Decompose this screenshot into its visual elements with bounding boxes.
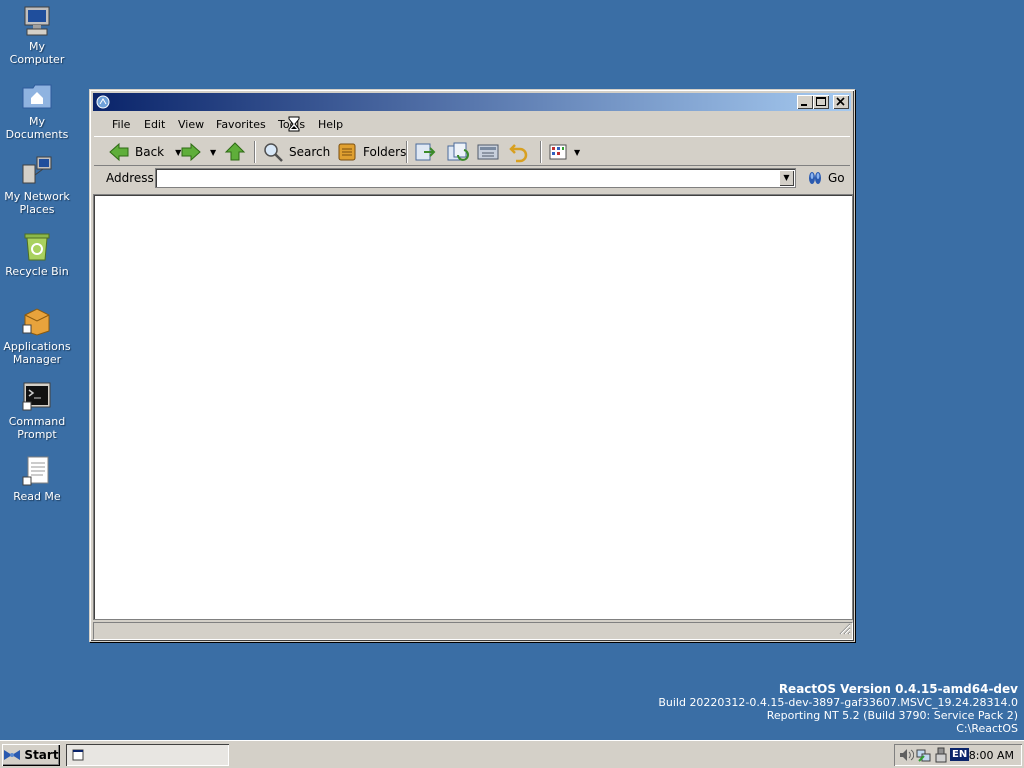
undo-icon xyxy=(509,144,528,163)
recycle-bin-icon xyxy=(21,230,53,262)
desktop-icon-label: Recycle Bin xyxy=(5,265,69,278)
taskbar-window-button[interactable] xyxy=(66,744,229,766)
path-line: C:\ReactOS xyxy=(956,722,1018,735)
reactos-logo-icon xyxy=(4,750,21,760)
menu-favorites[interactable]: Favorites xyxy=(216,118,266,131)
window-icon xyxy=(72,749,84,761)
desktop-icon-my-documents[interactable]: My Documents xyxy=(0,80,74,141)
package-icon xyxy=(21,305,53,337)
folders-icon xyxy=(338,143,356,161)
back-button[interactable]: Back ▼ xyxy=(108,140,181,164)
move-to-icon xyxy=(415,143,436,161)
start-label: Start xyxy=(24,748,59,762)
clock[interactable]: 8:00 AM xyxy=(969,749,1014,762)
hourglass-cursor-icon xyxy=(288,116,300,135)
views-button[interactable]: ▼ xyxy=(548,140,580,164)
copy-to-icon xyxy=(447,142,469,161)
explorer-window[interactable]: File Edit View Favorites Tools Help Back… xyxy=(89,89,855,642)
desktop-icon-label: My Documents xyxy=(5,115,69,141)
desktop-icon-label: Read Me xyxy=(13,490,61,503)
desktop-icon-applications-manager[interactable]: Applications Manager xyxy=(0,305,74,366)
move-to-button[interactable] xyxy=(414,140,438,164)
version-line: ReactOS Version 0.4.15-amd64-dev xyxy=(778,682,1018,696)
app-icon xyxy=(96,95,110,109)
desktop-icon-my-network-places[interactable]: My Network Places xyxy=(0,155,74,216)
forward-button[interactable]: ▼ xyxy=(180,140,216,164)
back-arrow-icon xyxy=(109,142,129,162)
document-icon xyxy=(21,455,53,487)
menu-help[interactable]: Help xyxy=(318,118,343,131)
go-button[interactable]: Go xyxy=(806,169,845,187)
up-folder-button[interactable] xyxy=(224,140,246,164)
taskbar: Start EN 8:00 AM xyxy=(0,740,1024,768)
desktop-icon-read-me[interactable]: Read Me xyxy=(0,455,74,503)
desktop-icon-label: My Computer xyxy=(9,40,65,66)
go-label: Go xyxy=(828,171,845,185)
window-titlebar[interactable] xyxy=(93,93,851,111)
address-dropdown-button[interactable]: ▼ xyxy=(779,170,794,186)
maximize-icon xyxy=(816,97,826,106)
address-label: Address xyxy=(106,171,154,185)
terminal-icon xyxy=(21,380,53,412)
minimize-button[interactable] xyxy=(797,95,813,109)
volume-icon[interactable] xyxy=(898,747,915,766)
delete-button[interactable] xyxy=(476,140,500,164)
menu-bar: File Edit View Favorites Tools Help xyxy=(94,114,850,134)
computer-icon xyxy=(21,5,53,37)
go-icon xyxy=(809,172,821,184)
menu-view[interactable]: View xyxy=(178,118,204,131)
network-icon xyxy=(21,155,53,187)
search-label: Search xyxy=(289,145,331,159)
folders-label: Folders xyxy=(363,145,407,159)
close-icon xyxy=(836,97,845,106)
desktop-icon-label: Applications Manager xyxy=(3,340,71,366)
copy-to-button[interactable] xyxy=(446,140,470,164)
views-icon xyxy=(549,144,567,160)
address-bar: Address ▼ Go xyxy=(94,167,850,189)
language-indicator[interactable]: EN xyxy=(950,748,970,761)
reporting-line: Reporting NT 5.2 (Build 3790: Service Pa… xyxy=(766,709,1018,722)
desktop-icon-label: Command Prompt xyxy=(8,415,66,441)
desktop-icon-recycle-bin[interactable]: Recycle Bin xyxy=(0,230,74,278)
resize-grip-icon[interactable] xyxy=(839,623,851,638)
menu-edit[interactable]: Edit xyxy=(144,118,165,131)
forward-dropdown-icon[interactable]: ▼ xyxy=(210,148,216,157)
status-bar xyxy=(93,622,853,640)
search-icon xyxy=(264,143,283,162)
maximize-button[interactable] xyxy=(813,95,829,109)
address-input[interactable]: ▼ xyxy=(155,168,796,188)
toolbar: Back ▼ ▼ Search Folders ▼ xyxy=(94,136,850,166)
minimize-icon xyxy=(801,104,807,106)
network-status-icon[interactable] xyxy=(916,747,932,766)
forward-arrow-icon xyxy=(181,142,201,162)
safely-remove-icon[interactable] xyxy=(934,747,948,766)
desktop-icon-my-computer[interactable]: My Computer xyxy=(0,5,74,66)
build-line: Build 20220312-0.4.15-dev-3897-gaf33607.… xyxy=(658,696,1018,709)
version-info: ReactOS Version 0.4.15-amd64-dev Build 2… xyxy=(658,682,1018,736)
desktop-icon-label: My Network Places xyxy=(4,190,70,216)
search-button[interactable]: Search xyxy=(262,140,330,164)
close-button[interactable] xyxy=(833,95,849,109)
system-tray: EN 8:00 AM xyxy=(894,744,1022,766)
start-button[interactable]: Start xyxy=(2,744,60,766)
documents-folder-icon xyxy=(21,80,53,112)
back-label: Back xyxy=(135,145,165,159)
views-dropdown-icon[interactable]: ▼ xyxy=(574,148,580,157)
desktop-icon-command-prompt[interactable]: Command Prompt xyxy=(0,380,74,441)
menu-file[interactable]: File xyxy=(112,118,130,131)
up-arrow-icon xyxy=(224,142,246,161)
folders-button[interactable]: Folders xyxy=(336,140,406,164)
delete-icon xyxy=(477,144,499,160)
undo-button[interactable] xyxy=(508,140,530,164)
folder-content-area[interactable] xyxy=(93,194,853,620)
